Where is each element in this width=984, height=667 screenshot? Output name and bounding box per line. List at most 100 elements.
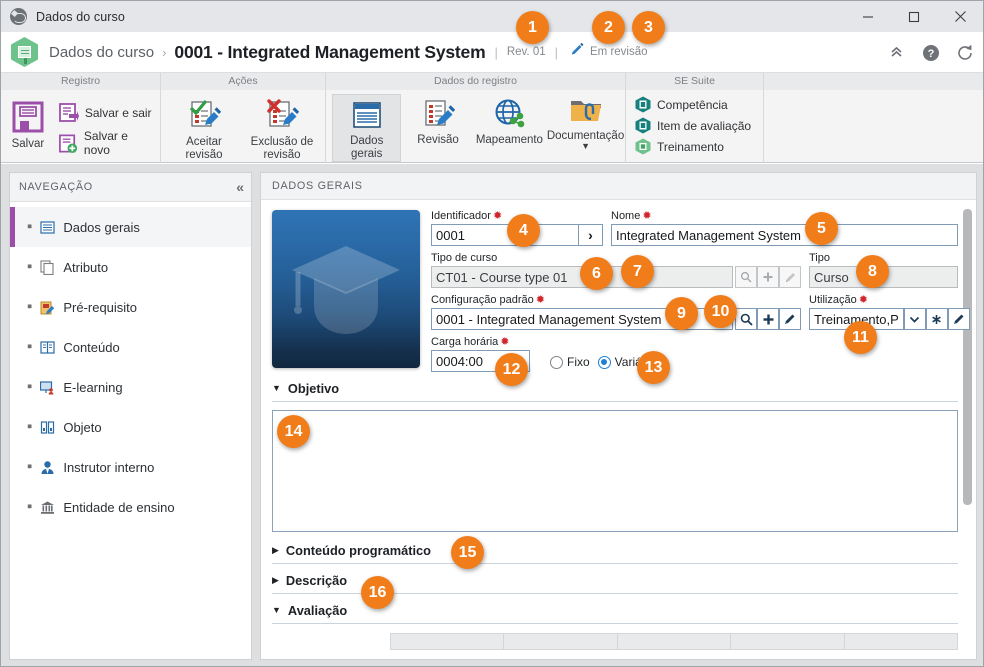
save-button-label: Salvar: [11, 138, 45, 150]
breadcrumb-root[interactable]: Dados do curso: [49, 44, 154, 61]
configuracao-padrao-label-wrap: Configuração padrão ✹: [431, 294, 801, 306]
section-objetivo-label: Objetivo: [287, 381, 340, 396]
evaluation-item-hex-icon: [635, 117, 651, 134]
close-button[interactable]: [937, 1, 983, 32]
tab-dados-gerais[interactable]: Dados gerais: [332, 94, 402, 162]
ribbon-group-empty: [764, 73, 983, 163]
radio-fixo-label: Fixo: [567, 355, 590, 369]
delete-revision-icon: [267, 99, 299, 127]
maximize-button[interactable]: [891, 1, 937, 32]
sidebar-item-dados-gerais-label: Dados gerais: [63, 219, 140, 235]
tipo-de-curso-clear-icon: [779, 266, 801, 288]
delete-revision-button[interactable]: Exclusão de revisão: [246, 96, 318, 162]
header-divider-2: |: [554, 44, 558, 60]
collapse-ribbon-icon[interactable]: [886, 42, 907, 63]
chevron-down-icon[interactable]: ▼: [581, 142, 590, 151]
course-image[interactable]: [272, 210, 420, 368]
tab-revisao[interactable]: Revisão: [403, 94, 472, 147]
nome-input[interactable]: Integrated Management System: [611, 224, 958, 246]
section-objetivo-header[interactable]: ▼ Objetivo: [272, 381, 958, 402]
callout-badge-7: 7: [621, 255, 654, 288]
sidebar-collapse-icon[interactable]: «: [236, 179, 244, 195]
accept-revision-label: Aceitar revisão: [185, 136, 223, 161]
section-avaliacao: ▼ Avaliação: [272, 603, 959, 650]
field-utilizacao: Utilização ✹ Treinamento,P: [809, 294, 970, 330]
sidebar-title: NAVEGAÇÃO: [19, 181, 93, 193]
page-title: 0001 - Integrated Management System: [174, 41, 486, 62]
content-area: NAVEGAÇÃO « ▪ Dados gerais ▪ Atributo ▪ …: [1, 164, 983, 666]
section-conteudo-programatico-header[interactable]: ▶ Conteúdo programático: [272, 543, 958, 564]
tipo-de-curso-search-icon: [735, 266, 757, 288]
radio-fixo[interactable]: Fixo: [550, 355, 590, 369]
table-header-cell: [844, 633, 959, 650]
navigation-sidebar: NAVEGAÇÃO « ▪ Dados gerais ▪ Atributo ▪ …: [9, 172, 252, 660]
ribbon-group-acoes: Ações Aceitar revisão Exclusão de revisã…: [161, 73, 326, 163]
se-treinamento-button[interactable]: Treinamento: [630, 136, 732, 157]
se-item-avaliacao-button[interactable]: Item de avaliação: [630, 115, 759, 136]
identificador-next-button[interactable]: ›: [579, 224, 603, 246]
save-exit-icon: [58, 103, 79, 122]
help-icon[interactable]: ?: [920, 42, 941, 63]
identificador-input[interactable]: 0001: [431, 224, 579, 246]
binders-icon: [39, 419, 56, 436]
sidebar-item-pre-requisito[interactable]: ▪ Pré-requisito: [10, 287, 251, 327]
sidebar-item-conteudo[interactable]: ▪ Conteúdo: [10, 327, 251, 367]
carga-horaria-label-wrap: Carga horária ✹: [431, 336, 530, 348]
section-conteudo-programatico: ▶ Conteúdo programático: [272, 543, 958, 564]
utilizacao-dropdown-button[interactable]: [903, 308, 926, 330]
sidebar-item-entidade-de-ensino-label: Entidade de ensino: [63, 499, 175, 515]
radio-fixo-dot[interactable]: [550, 355, 563, 369]
se-competencia-button[interactable]: Competência: [630, 94, 736, 115]
field-tipo-de-curso: Tipo de curso CT01 - Course type 01: [431, 252, 801, 288]
configuracao-padrao-search-button[interactable]: [735, 308, 757, 330]
carga-horaria-label: Carga horária: [431, 336, 499, 348]
minimize-button[interactable]: [845, 1, 891, 32]
tab-mapeamento[interactable]: Mapeamento: [475, 94, 544, 147]
sidebar-item-dados-gerais[interactable]: ▪ Dados gerais: [10, 207, 251, 247]
asterisk-icon: [932, 314, 942, 324]
tab-dados-gerais-label: Dados gerais: [350, 135, 384, 160]
sidebar-item-atributo[interactable]: ▪ Atributo: [10, 247, 251, 287]
tab-revisao-label: Revisão: [417, 134, 459, 146]
tipo-de-curso-add-icon: [757, 266, 779, 288]
header-actions: ?: [886, 32, 975, 73]
page-header: Dados do curso › 0001 - Integrated Manag…: [1, 32, 983, 73]
configuracao-padrao-add-button[interactable]: [757, 308, 779, 330]
radio-variavel-dot[interactable]: [597, 355, 611, 369]
ribbon-group-dados-registro-title: Dados do registro: [326, 73, 625, 90]
chevron-down-icon: [910, 316, 920, 323]
status-badge: Em revisão: [590, 46, 648, 58]
course-data-window: Dados do curso Dados do curso › 0001 - I…: [0, 0, 984, 667]
required-icon: ✹: [500, 335, 510, 348]
callout-badge-4: 4: [507, 214, 540, 247]
nome-label-wrap: Nome ✹: [611, 210, 958, 222]
objetivo-textarea[interactable]: [272, 410, 958, 532]
ribbon-group-registro: Registro Salvar Salvar e sair Salvar e n…: [1, 73, 161, 163]
sidebar-item-entidade-de-ensino[interactable]: ▪ Entidade de ensino: [10, 487, 251, 527]
identificador-label: Identificador: [431, 210, 491, 222]
accept-revision-button[interactable]: Aceitar revisão: [168, 96, 240, 162]
globe-share-icon: [495, 99, 525, 128]
callout-badge-6: 6: [580, 257, 613, 290]
callout-badge-5: 5: [805, 212, 838, 245]
clipboard-pencil-icon: [39, 299, 56, 316]
triangle-down-icon: ▼: [272, 605, 281, 615]
save-and-exit-button[interactable]: Salvar e sair: [55, 99, 160, 126]
utilizacao-clear-button[interactable]: [947, 308, 970, 330]
save-button[interactable]: Salvar: [1, 95, 55, 150]
callout-badge-14: 14: [277, 415, 310, 448]
window-title-bar: Dados do curso: [1, 1, 983, 32]
sidebar-item-e-learning[interactable]: ▪ E-learning: [10, 367, 251, 407]
tab-documentacao[interactable]: Documentação ▼: [546, 94, 625, 151]
utilizacao-asterisk-button[interactable]: [925, 308, 948, 330]
sidebar-item-atributo-label: Atributo: [63, 259, 109, 275]
sidebar-item-objeto[interactable]: ▪ Objeto: [10, 407, 251, 447]
tab-mapeamento-label: Mapeamento: [475, 134, 543, 146]
callout-badge-13: 13: [637, 351, 670, 384]
refresh-icon[interactable]: [954, 42, 975, 63]
save-and-new-button[interactable]: Salvar e novo: [55, 126, 160, 160]
training-hex-icon: [635, 138, 651, 155]
sidebar-item-instrutor-interno-label: Instrutor interno: [63, 459, 155, 475]
sidebar-item-instrutor-interno[interactable]: ▪ Instrutor interno: [10, 447, 251, 487]
configuracao-padrao-clear-button[interactable]: [779, 308, 801, 330]
